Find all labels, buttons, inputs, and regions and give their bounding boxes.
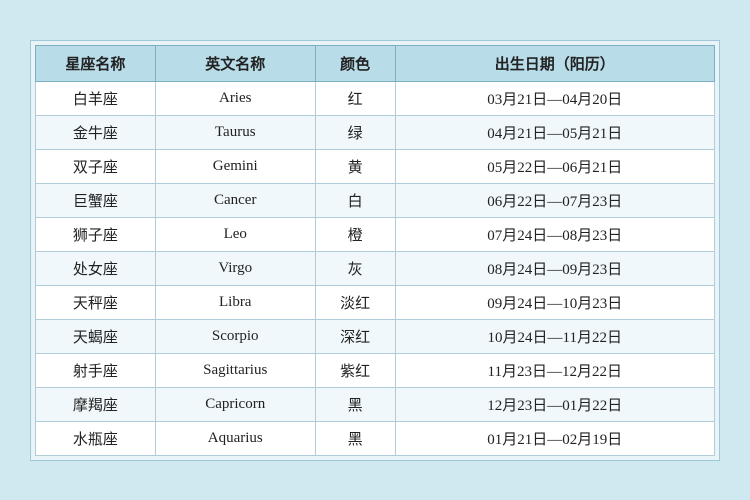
cell-color: 绿 — [315, 115, 395, 149]
zodiac-table: 星座名称 英文名称 颜色 出生日期（阳历） 白羊座Aries红03月21日—04… — [35, 45, 715, 456]
cell-date: 04月21日—05月21日 — [395, 115, 714, 149]
cell-color: 灰 — [315, 251, 395, 285]
cell-date: 08月24日—09月23日 — [395, 251, 714, 285]
table-row: 摩羯座Capricorn黑12月23日—01月22日 — [36, 387, 715, 421]
table-header-row: 星座名称 英文名称 颜色 出生日期（阳历） — [36, 45, 715, 81]
cell-zh: 天秤座 — [36, 285, 156, 319]
cell-color: 淡红 — [315, 285, 395, 319]
table-row: 处女座Virgo灰08月24日—09月23日 — [36, 251, 715, 285]
cell-date: 10月24日—11月22日 — [395, 319, 714, 353]
table-row: 金牛座Taurus绿04月21日—05月21日 — [36, 115, 715, 149]
cell-zh: 射手座 — [36, 353, 156, 387]
cell-zh: 狮子座 — [36, 217, 156, 251]
cell-zh: 巨蟹座 — [36, 183, 156, 217]
cell-color: 黄 — [315, 149, 395, 183]
table-row: 天蝎座Scorpio深红10月24日—11月22日 — [36, 319, 715, 353]
cell-en: Leo — [155, 217, 315, 251]
zodiac-table-container: 星座名称 英文名称 颜色 出生日期（阳历） 白羊座Aries红03月21日—04… — [30, 40, 720, 461]
header-date: 出生日期（阳历） — [395, 45, 714, 81]
table-body: 白羊座Aries红03月21日—04月20日金牛座Taurus绿04月21日—0… — [36, 81, 715, 455]
cell-en: Gemini — [155, 149, 315, 183]
header-en: 英文名称 — [155, 45, 315, 81]
cell-date: 01月21日—02月19日 — [395, 421, 714, 455]
cell-en: Taurus — [155, 115, 315, 149]
table-row: 巨蟹座Cancer白06月22日—07月23日 — [36, 183, 715, 217]
cell-en: Libra — [155, 285, 315, 319]
cell-zh: 水瓶座 — [36, 421, 156, 455]
header-color: 颜色 — [315, 45, 395, 81]
cell-date: 07月24日—08月23日 — [395, 217, 714, 251]
cell-date: 03月21日—04月20日 — [395, 81, 714, 115]
table-row: 射手座Sagittarius紫红11月23日—12月22日 — [36, 353, 715, 387]
cell-color: 白 — [315, 183, 395, 217]
cell-en: Scorpio — [155, 319, 315, 353]
table-row: 天秤座Libra淡红09月24日—10月23日 — [36, 285, 715, 319]
table-row: 白羊座Aries红03月21日—04月20日 — [36, 81, 715, 115]
cell-zh: 摩羯座 — [36, 387, 156, 421]
cell-date: 09月24日—10月23日 — [395, 285, 714, 319]
cell-en: Capricorn — [155, 387, 315, 421]
cell-date: 11月23日—12月22日 — [395, 353, 714, 387]
cell-color: 橙 — [315, 217, 395, 251]
cell-zh: 双子座 — [36, 149, 156, 183]
cell-en: Aquarius — [155, 421, 315, 455]
cell-color: 红 — [315, 81, 395, 115]
cell-color: 黑 — [315, 421, 395, 455]
cell-color: 黑 — [315, 387, 395, 421]
cell-en: Virgo — [155, 251, 315, 285]
cell-zh: 处女座 — [36, 251, 156, 285]
cell-date: 12月23日—01月22日 — [395, 387, 714, 421]
cell-en: Cancer — [155, 183, 315, 217]
table-row: 水瓶座Aquarius黑01月21日—02月19日 — [36, 421, 715, 455]
table-row: 双子座Gemini黄05月22日—06月21日 — [36, 149, 715, 183]
cell-en: Aries — [155, 81, 315, 115]
cell-date: 06月22日—07月23日 — [395, 183, 714, 217]
header-zh: 星座名称 — [36, 45, 156, 81]
table-row: 狮子座Leo橙07月24日—08月23日 — [36, 217, 715, 251]
cell-color: 深红 — [315, 319, 395, 353]
cell-date: 05月22日—06月21日 — [395, 149, 714, 183]
cell-zh: 天蝎座 — [36, 319, 156, 353]
cell-color: 紫红 — [315, 353, 395, 387]
cell-zh: 白羊座 — [36, 81, 156, 115]
cell-en: Sagittarius — [155, 353, 315, 387]
cell-zh: 金牛座 — [36, 115, 156, 149]
